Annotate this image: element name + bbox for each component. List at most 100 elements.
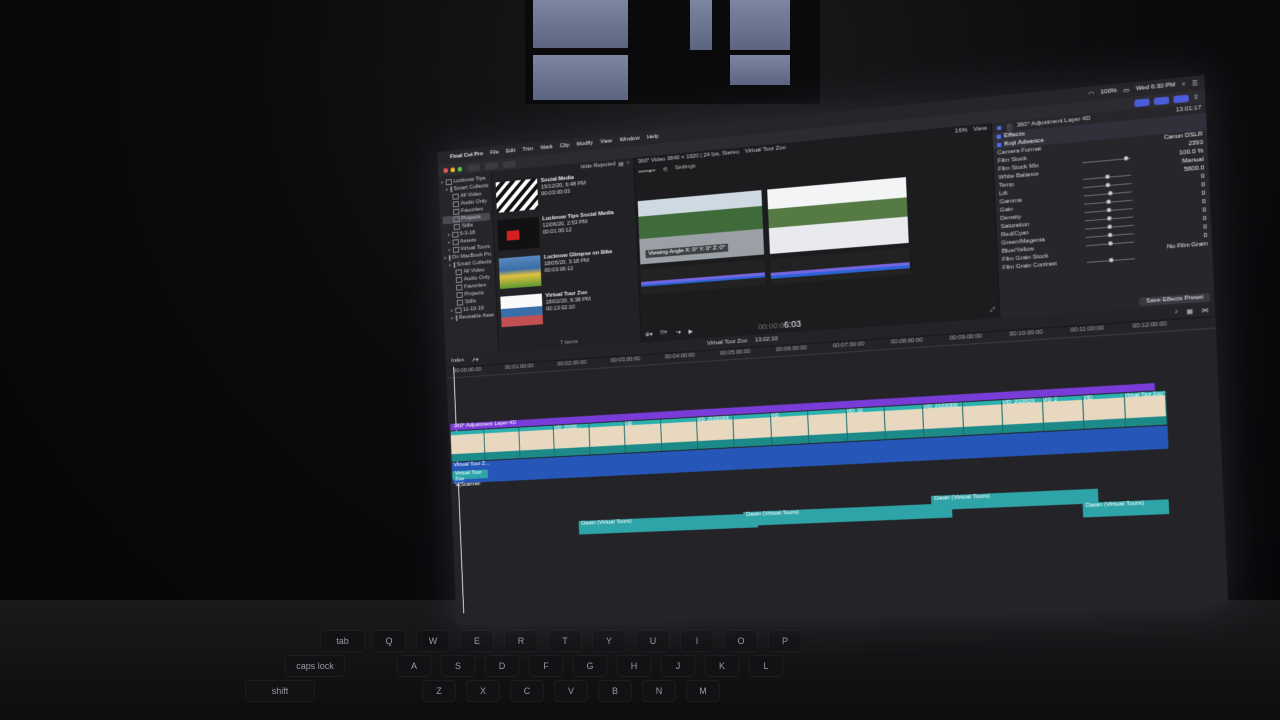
timecode-display[interactable]: 00:00:06:03 — [758, 319, 801, 332]
clip-thumbnail[interactable] — [495, 178, 539, 213]
search-icon[interactable]: ⌕ — [626, 160, 629, 167]
param-slider[interactable] — [1086, 257, 1135, 263]
storyline-clip[interactable] — [660, 417, 699, 451]
menu-trim[interactable]: Trim — [522, 146, 533, 153]
video-inspector-tab-icon[interactable]: ▣ — [996, 124, 1002, 132]
key-m[interactable]: M — [686, 680, 720, 702]
keywords-button[interactable] — [484, 161, 498, 170]
menu-mark[interactable]: Mark — [540, 144, 552, 151]
storyline-clip[interactable]: VID_20200306_1 — [696, 415, 735, 449]
storyline-clip[interactable] — [884, 404, 925, 440]
param-value[interactable]: 0 — [1203, 216, 1207, 223]
param-value[interactable]: 0 — [1203, 233, 1207, 240]
horizon-slider[interactable]: ━━━●━ — [638, 167, 655, 175]
key-f[interactable]: F — [529, 655, 563, 677]
list-view-icon[interactable]: ▤ — [618, 160, 624, 167]
slider-knob[interactable] — [1105, 198, 1111, 204]
connected-audio-dawn-3[interactable]: Dawn (Virtual Tours) — [931, 488, 1099, 511]
menu-clip[interactable]: Clip — [560, 143, 570, 150]
zoom-dropdown[interactable]: 16% — [955, 127, 968, 134]
info-inspector-tab-icon[interactable]: ⓘ — [1006, 122, 1013, 132]
effects-browser-icon[interactable]: ⋈ — [1202, 306, 1209, 314]
param-value[interactable]: 0 — [1201, 174, 1205, 181]
menu-window[interactable]: Window — [620, 136, 640, 144]
menu-file[interactable]: File — [490, 150, 499, 157]
share-icon[interactable]: ⇪ — [1193, 93, 1199, 101]
storyline-clip[interactable]: VID — [624, 419, 662, 453]
app-menu[interactable]: Final Cut Pro — [450, 151, 483, 160]
storyline-clip[interactable] — [519, 425, 556, 459]
menu-modify[interactable]: Modify — [577, 140, 593, 147]
key-q[interactable]: Q — [372, 630, 406, 652]
param-value[interactable]: 0 — [1203, 224, 1207, 231]
search-icon[interactable]: ⌕ — [1182, 81, 1186, 89]
connected-audio-dawn-1[interactable]: Dawn (Virtual Tours) — [578, 513, 759, 535]
storyline-clip[interactable]: VID_2 — [1042, 395, 1085, 431]
transform-tool-icon[interactable]: ⊕▾ — [645, 330, 653, 337]
key-v[interactable]: V — [554, 680, 588, 702]
clip-appearance-icon[interactable]: ▦ — [1187, 307, 1194, 315]
storyline-clip[interactable] — [808, 409, 848, 444]
param-value[interactable]: 0 — [1202, 207, 1206, 214]
key-k[interactable]: K — [705, 655, 739, 677]
param-value[interactable]: 0 — [1201, 182, 1205, 189]
param-value[interactable]: 0 — [1202, 199, 1206, 206]
crop-tool-icon[interactable]: ⤧▾ — [660, 329, 667, 336]
wifi-icon[interactable]: ◠ — [1088, 90, 1094, 98]
key-s[interactable]: S — [441, 655, 475, 677]
param-slider[interactable] — [1085, 223, 1134, 230]
key-caps-lock[interactable]: caps lock — [285, 655, 345, 677]
layout-libraries-button[interactable] — [1134, 97, 1150, 107]
key-x[interactable]: X — [466, 680, 500, 702]
storyline-clip[interactable]: VID_20200306_125840_00_019 — [923, 402, 965, 438]
key-a[interactable]: A — [397, 655, 431, 677]
param-slider[interactable] — [1085, 240, 1135, 246]
effects-checkbox[interactable] — [996, 134, 1001, 140]
slider-knob[interactable] — [1107, 232, 1112, 237]
connected-audio-dawn-2[interactable]: Dawn (Virtual Tours) — [743, 503, 953, 526]
slider-knob[interactable] — [1106, 215, 1112, 221]
disclosure-icon[interactable]: ▸ — [449, 263, 451, 269]
layout-timeline-button[interactable] — [1153, 95, 1170, 105]
import-button[interactable] — [467, 163, 480, 172]
select-tool-icon[interactable]: ➚▾ — [471, 356, 478, 363]
key-d[interactable]: D — [485, 655, 519, 677]
disclosure-icon[interactable]: ▸ — [451, 308, 453, 314]
disclosure-icon[interactable]: ▸ — [448, 232, 450, 238]
disclosure-icon[interactable]: ▸ — [441, 180, 443, 186]
index-button[interactable]: Index — [451, 358, 464, 365]
key-j[interactable]: J — [661, 655, 695, 677]
disclosure-icon[interactable]: ▸ — [451, 316, 453, 322]
disclosure-icon[interactable]: ▸ — [448, 240, 450, 246]
key-n[interactable]: N — [642, 680, 676, 702]
notification-center-icon[interactable]: ☰ — [1192, 79, 1198, 87]
disclosure-icon[interactable]: ▸ — [448, 247, 450, 253]
viewer-360-headset-view[interactable]: Viewing Angle X: 0° Y: 0° Z: 0° — [637, 190, 765, 265]
menu-help[interactable]: Help — [647, 134, 659, 141]
key-c[interactable]: C — [510, 680, 544, 702]
slider-knob[interactable] — [1106, 223, 1112, 229]
slider-knob[interactable] — [1106, 207, 1111, 212]
key-l[interactable]: L — [749, 655, 783, 677]
storyline-clip[interactable] — [962, 400, 1004, 436]
reset-icon[interactable]: ⟲ — [663, 166, 668, 173]
storyline-clip[interactable] — [589, 421, 626, 455]
storyline-clip[interactable]: VID_2020029 — [1002, 397, 1045, 434]
enhancements-icon[interactable]: ◔▾ — [675, 329, 682, 335]
clock[interactable]: Wed 6:30 PM — [1136, 82, 1176, 92]
playhead[interactable] — [453, 366, 465, 614]
param-value[interactable]: 0 — [1201, 190, 1205, 197]
close-button[interactable] — [443, 167, 448, 173]
param-value[interactable]: 2393 — [1188, 140, 1203, 148]
storyline-clip[interactable]: Virtual Tour Zoo V... — [1124, 390, 1168, 427]
storyline-clip[interactable]: VID — [770, 411, 810, 446]
storyline-clip[interactable]: VID — [1083, 393, 1126, 429]
view-dropdown[interactable]: View — [973, 126, 987, 133]
key-g[interactable]: G — [573, 655, 607, 677]
disclosure-icon[interactable]: ▸ — [444, 255, 446, 261]
key-z[interactable]: Z — [422, 680, 456, 702]
storyline-clip[interactable] — [733, 413, 773, 448]
slider-knob[interactable] — [1107, 240, 1113, 246]
menu-edit[interactable]: Edit — [506, 148, 516, 155]
storyline-clip[interactable]: VID_20200... — [553, 423, 591, 457]
